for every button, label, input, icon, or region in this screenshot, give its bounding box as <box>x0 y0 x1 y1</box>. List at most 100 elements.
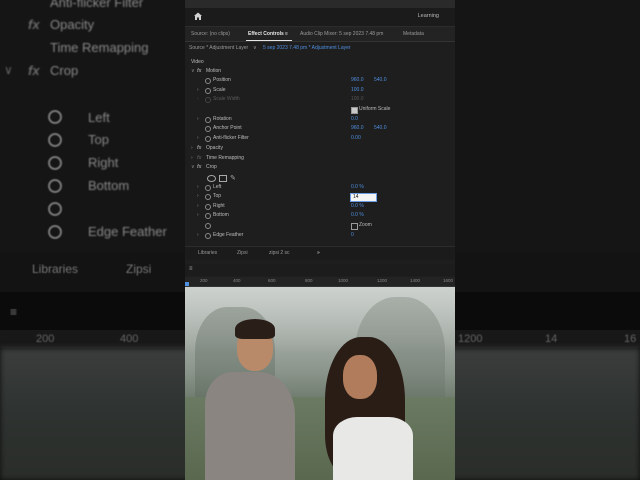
chevron-right-icon[interactable]: › <box>191 155 193 161</box>
sequence-clip-link[interactable]: 5 sep 2023 7.48 pm * Adjustment Layer <box>263 45 351 51</box>
rotation-label: Rotation <box>213 116 232 122</box>
stopwatch-icon <box>205 97 211 103</box>
stopwatch-icon[interactable] <box>205 194 211 200</box>
program-monitor-video[interactable] <box>185 287 455 480</box>
tab-source[interactable]: Source: (no clips) <box>191 31 230 37</box>
stopwatch-icon <box>48 225 62 239</box>
source-bar: Source * Adjustment Layer ∨ 5 sep 2023 7… <box>185 45 455 57</box>
pen-mask-icon[interactable]: ✎ <box>230 174 236 182</box>
more-tabs-icon[interactable]: » <box>317 250 320 256</box>
prop-position: Position 960.0 540.0 <box>185 77 455 87</box>
prop-anchor-point: Anchor Point 960.0 540.0 <box>185 125 455 135</box>
rectangle-mask-icon[interactable] <box>219 175 227 182</box>
ellipse-mask-icon[interactable] <box>207 175 216 182</box>
tab-audio-clip-mixer[interactable]: Audio Clip Mixer: 5 sep 2023 7.48 pm <box>300 31 383 37</box>
panel-tabs: Source: (no clips) Effect Controls ≡ Aud… <box>185 27 455 42</box>
position-x-value[interactable]: 960.0 <box>351 77 364 83</box>
fx-icon: fx <box>197 155 202 161</box>
panel-menu-icon[interactable]: ≡ <box>285 31 288 37</box>
chevron-right-icon[interactable]: › <box>191 145 193 151</box>
tab-libraries[interactable]: Libraries <box>198 250 217 256</box>
tab-metadata[interactable]: Metadata <box>403 31 424 37</box>
tab-zipsi[interactable]: Zipsi <box>237 250 248 256</box>
rotation-value[interactable]: 0.0 <box>351 116 358 122</box>
stopwatch-icon <box>48 156 62 170</box>
chevron-right-icon[interactable]: › <box>197 212 199 218</box>
chevron-right-icon[interactable]: › <box>197 193 199 199</box>
stopwatch-icon[interactable] <box>205 185 211 191</box>
chevron-down-icon[interactable]: ∨ <box>253 45 257 51</box>
uniform-scale-checkbox[interactable] <box>351 107 358 114</box>
premiere-window: Learning Source: (no clips) Effect Contr… <box>185 0 455 480</box>
ruler-tick-label: 200 <box>200 278 208 283</box>
stopwatch-icon[interactable] <box>205 126 211 132</box>
crop-label: Crop <box>206 164 217 170</box>
ruler-tick-label: 400 <box>233 278 241 283</box>
crop-top-input-text: 14 <box>353 194 359 200</box>
crop-right-value[interactable]: 0.0 % <box>351 203 364 209</box>
chevron-down-icon[interactable]: ∨ <box>191 68 195 74</box>
stopwatch-icon[interactable] <box>205 78 211 84</box>
zoom-checkbox[interactable] <box>351 223 358 230</box>
scale-width-value: 100.0 <box>351 96 364 102</box>
motion-label: Motion <box>206 68 222 74</box>
tab-effect-controls[interactable]: Effect Controls <box>248 31 284 37</box>
stopwatch-icon <box>48 133 62 147</box>
chevron-right-icon[interactable]: › <box>197 135 199 141</box>
fx-icon[interactable]: fx <box>197 164 201 170</box>
effect-opacity[interactable]: › fx Opacity <box>185 145 455 155</box>
ruler-tick-label: 600 <box>268 278 276 283</box>
stopwatch-icon[interactable] <box>205 213 211 219</box>
anti-flicker-label: Anti-flicker Filter <box>213 135 249 141</box>
fx-icon: fx <box>28 17 40 32</box>
effect-crop[interactable]: ∨ fx Crop <box>185 164 455 174</box>
timeline-ruler[interactable]: 200 400 600 800 1000 1200 1400 1600 <box>185 277 455 287</box>
fx-icon[interactable]: fx <box>197 68 201 74</box>
fx-icon[interactable]: fx <box>197 145 201 151</box>
anchor-y-value[interactable]: 540.0 <box>374 125 387 131</box>
program-monitor-header: ≡ <box>185 264 455 276</box>
stopwatch-icon[interactable] <box>205 223 211 229</box>
anchor-x-value[interactable]: 960.0 <box>351 125 364 131</box>
home-icon[interactable] <box>193 11 203 21</box>
chevron-down-icon[interactable]: ∨ <box>191 164 195 170</box>
chevron-right-icon[interactable]: › <box>197 87 199 93</box>
crop-bottom-value[interactable]: 0.0 % <box>351 212 364 218</box>
stopwatch-icon[interactable] <box>205 136 211 142</box>
crop-left-value[interactable]: 0.0 % <box>351 184 364 190</box>
crop-top-input[interactable]: 14 <box>350 193 377 202</box>
video-person-man <box>205 372 295 480</box>
prop-crop-zoom: Zoom <box>185 222 455 232</box>
chevron-right-icon: › <box>197 96 199 102</box>
chevron-right-icon[interactable]: › <box>197 203 199 209</box>
stopwatch-icon[interactable] <box>205 204 211 210</box>
stopwatch-icon[interactable] <box>205 117 211 123</box>
chevron-right-icon[interactable]: › <box>197 116 199 122</box>
chevron-right-icon[interactable]: › <box>197 232 199 238</box>
bg-hamburger-icon: ≡ <box>10 305 18 319</box>
hamburger-menu-icon[interactable]: ≡ <box>189 266 193 272</box>
scale-value[interactable]: 100.0 <box>351 87 364 93</box>
anti-flicker-value[interactable]: 0.00 <box>351 135 361 141</box>
position-y-value[interactable]: 540.0 <box>374 77 387 83</box>
scale-width-label: Scale Width <box>213 96 240 102</box>
stopwatch-icon[interactable] <box>205 88 211 94</box>
section-video: Video <box>191 59 204 65</box>
ruler-tick-label: 1000 <box>338 278 349 283</box>
source-clip-label[interactable]: Source * Adjustment Layer <box>189 45 248 51</box>
prop-uniform-scale: Uniform Scale <box>185 106 455 116</box>
chevron-down-icon: ∨ <box>4 63 13 77</box>
stopwatch-icon[interactable] <box>205 233 211 239</box>
bg-tab-zipsi: Zipsi <box>126 262 152 276</box>
stopwatch-icon <box>48 202 62 216</box>
playhead[interactable] <box>185 282 189 286</box>
crop-top-label: Top <box>213 193 222 199</box>
learning-workspace[interactable]: Learning <box>418 13 439 19</box>
prop-scale-width: › Scale Width 100.0 <box>185 96 455 106</box>
prop-crop-top: › Top <box>185 193 455 203</box>
prop-crop-bottom: › Bottom 0.0 % <box>185 212 455 222</box>
stopwatch-icon <box>48 179 62 193</box>
edge-feather-value[interactable]: 0 <box>351 232 354 238</box>
tab-zipsi-2[interactable]: zipsi 2 sc <box>269 250 290 256</box>
chevron-right-icon[interactable]: › <box>197 184 199 190</box>
